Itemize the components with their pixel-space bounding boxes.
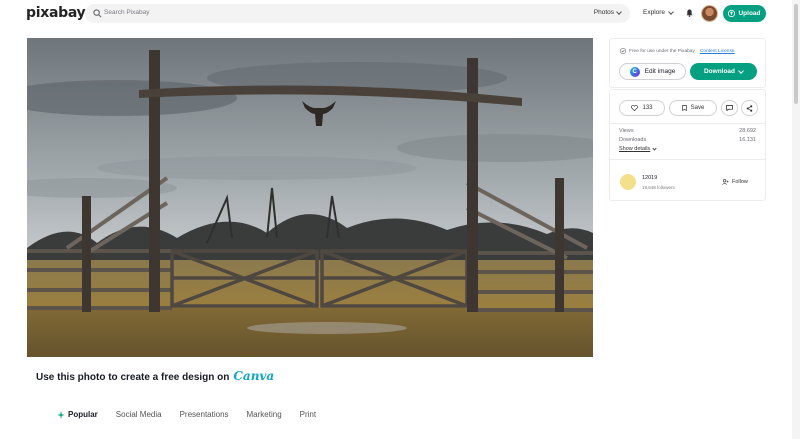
- canva-promo: Use this photo to create a free design o…: [36, 369, 274, 383]
- tab-label: Marketing: [246, 410, 282, 419]
- download-label: Download: [703, 68, 736, 75]
- downloads-value: 16,131: [739, 137, 756, 143]
- like-button[interactable]: 133: [619, 100, 665, 116]
- uploader-name[interactable]: 12019: [642, 175, 657, 181]
- divider: [610, 159, 765, 160]
- tab-print[interactable]: Print: [300, 410, 316, 419]
- check-circle-icon: [620, 48, 626, 54]
- tab-presentations[interactable]: Presentations: [180, 410, 229, 419]
- license-notice: Free for use under the Pixabay Content L…: [620, 48, 735, 54]
- sparkle-icon: [57, 410, 65, 419]
- top-navigation-bar: pixabay Search Pixabay Photos Explore Up…: [0, 0, 800, 28]
- comment-button[interactable]: [721, 100, 738, 116]
- content-license-link[interactable]: Content License: [700, 49, 735, 54]
- tab-label: Popular: [68, 410, 98, 419]
- chevron-down-icon: [668, 8, 674, 15]
- bell-icon[interactable]: [686, 9, 693, 17]
- tab-label: Social Media: [115, 410, 162, 419]
- save-button[interactable]: Save: [669, 100, 717, 116]
- main-photo[interactable]: [27, 38, 593, 357]
- tab-label: Print: [299, 410, 317, 419]
- divider: [610, 123, 765, 124]
- show-details-label: Show details: [619, 146, 651, 152]
- upload-label: Upload: [738, 10, 761, 17]
- heart-icon: [631, 105, 639, 111]
- tab-popular[interactable]: Popular: [57, 410, 98, 419]
- download-button[interactable]: Download: [690, 63, 757, 80]
- chevron-down-icon: [652, 145, 657, 151]
- share-icon: [746, 104, 753, 112]
- design-category-tabs: Popular Social Media Presentations Marke…: [57, 410, 316, 419]
- explore-label: Explore: [643, 9, 666, 16]
- like-count: 133: [642, 105, 653, 111]
- media-type-dropdown[interactable]: Photos: [593, 8, 622, 16]
- edit-image-button[interactable]: C Edit image: [619, 63, 686, 80]
- canva-icon: C: [629, 66, 640, 77]
- search-input[interactable]: Search Pixabay: [104, 9, 150, 16]
- license-text: Free for use under the Pixabay: [629, 48, 695, 54]
- follow-button[interactable]: Follow: [722, 179, 748, 185]
- bookmark-icon: [681, 105, 687, 111]
- downloads-label: Downloads: [619, 137, 647, 143]
- edit-image-label: Edit image: [644, 68, 676, 75]
- views-label: Views: [619, 128, 634, 134]
- show-details-link[interactable]: Show details: [619, 145, 657, 152]
- chevron-down-icon: [738, 67, 744, 74]
- uploader-avatar[interactable]: [620, 174, 636, 190]
- explore-menu[interactable]: Explore: [643, 8, 674, 16]
- upload-button[interactable]: Upload: [723, 5, 766, 22]
- search-icon: [93, 9, 102, 18]
- download-panel: Free for use under the Pixabay Content L…: [609, 38, 766, 88]
- add-user-icon: [722, 179, 729, 185]
- user-avatar[interactable]: [701, 5, 718, 22]
- canva-logo[interactable]: Canva: [233, 369, 274, 383]
- follow-label: Follow: [732, 179, 748, 185]
- scrollbar-thumb[interactable]: [794, 4, 798, 104]
- tab-label: Presentations: [179, 410, 229, 419]
- chevron-down-icon: [616, 8, 622, 15]
- save-label: Save: [690, 105, 705, 111]
- search-bar[interactable]: Search Pixabay Photos: [85, 4, 630, 23]
- promo-text: Use this photo to create a free design o…: [36, 372, 230, 383]
- pixabay-logo[interactable]: pixabay: [26, 5, 86, 21]
- page-scrollbar[interactable]: [792, 0, 800, 439]
- upload-icon: [728, 10, 736, 17]
- tab-social-media[interactable]: Social Media: [116, 410, 162, 419]
- views-value: 28,692: [739, 128, 756, 134]
- share-button[interactable]: [741, 100, 758, 116]
- stats-panel: 133 Save Views 28,692 Downloads 16,131 S…: [609, 89, 766, 201]
- tab-marketing[interactable]: Marketing: [247, 410, 282, 419]
- media-type-label: Photos: [593, 9, 614, 16]
- follower-count: 19,648 followers: [642, 185, 675, 190]
- comment-icon: [726, 105, 733, 111]
